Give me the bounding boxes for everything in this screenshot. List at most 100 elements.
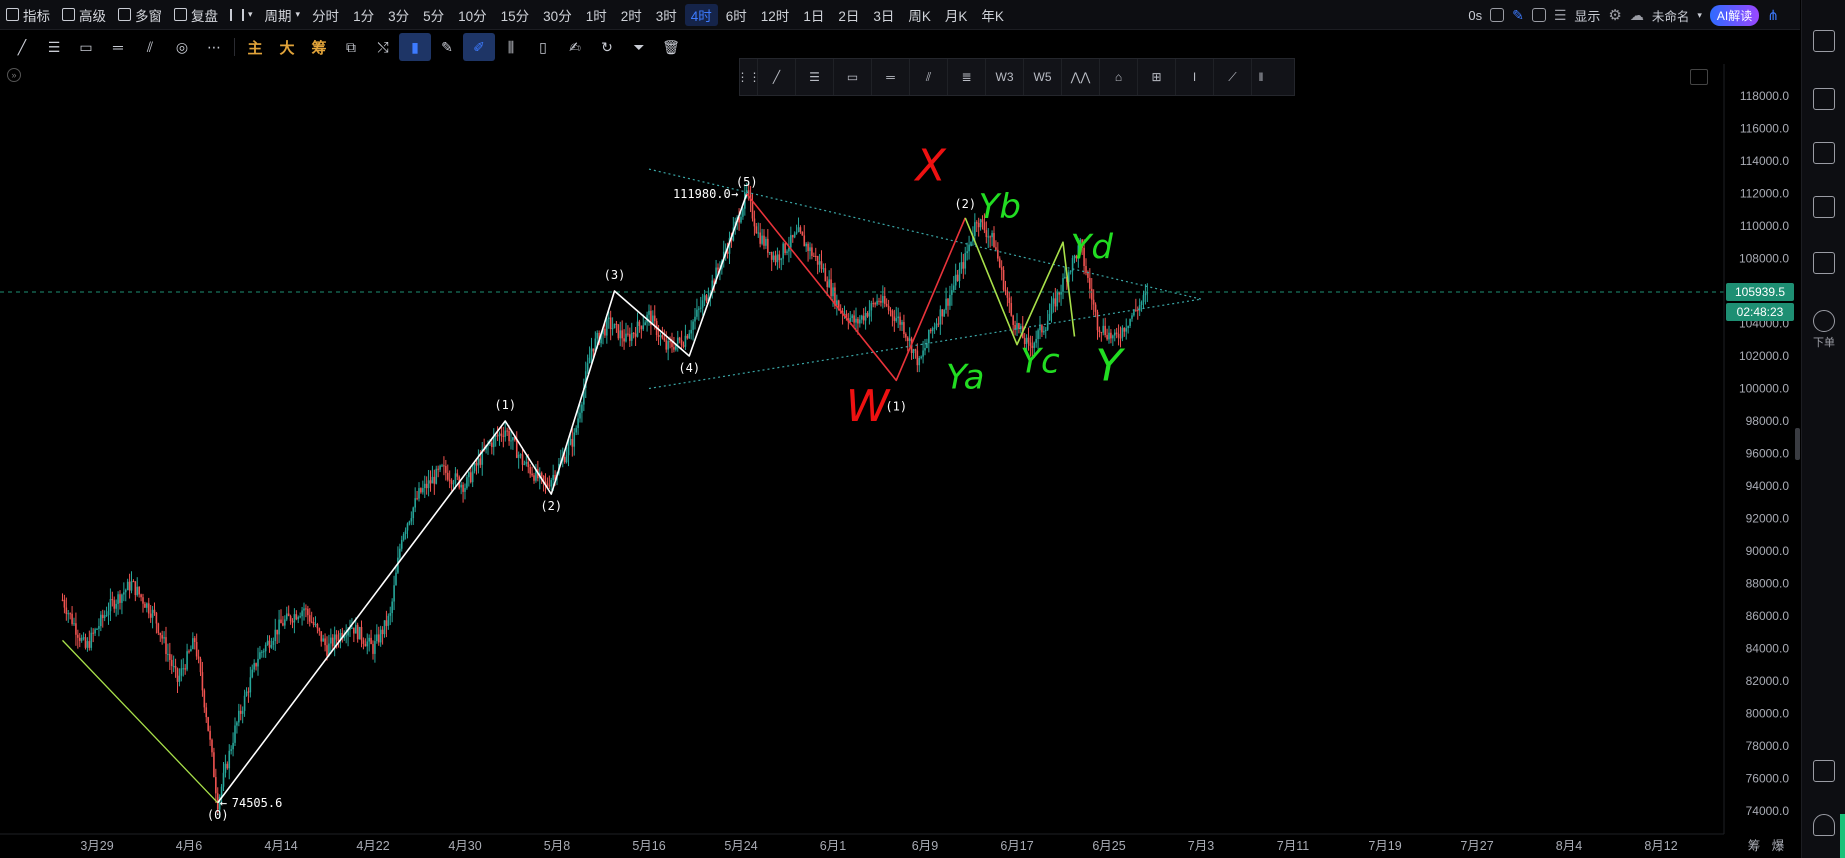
order-label[interactable]: 下单 [1802, 334, 1845, 350]
text-cursor-icon[interactable]: I [1176, 59, 1214, 95]
period-tab[interactable]: 3日 [867, 4, 900, 26]
indicator-button[interactable]: 筹 [303, 33, 335, 61]
watchlist-icon[interactable] [1813, 30, 1835, 52]
layout-icon[interactable] [1813, 760, 1835, 782]
period-tab[interactable]: 1日 [797, 4, 830, 26]
candle-body [322, 638, 324, 642]
rect-tool-icon[interactable]: ▭ [70, 33, 102, 61]
note-icon[interactable]: ✍ [559, 33, 591, 61]
hlines-icon[interactable]: ☰ [796, 59, 834, 95]
parallel-icon[interactable]: ⫽ [910, 59, 948, 95]
alarm-icon[interactable] [1813, 88, 1835, 110]
settings-icon[interactable]: ⚙ [1608, 6, 1621, 24]
period-tab[interactable]: 30分 [537, 4, 578, 26]
indicator-button[interactable]: 大 [271, 33, 303, 61]
rotate-icon[interactable]: ↻ [591, 33, 623, 61]
filter-icon[interactable]: ⏷ [623, 33, 655, 61]
peaks-icon[interactable]: ⋀⋀ [1062, 59, 1100, 95]
chart-type-selector[interactable]: ▾ [224, 3, 259, 27]
candle-body [63, 599, 66, 608]
candle-body [422, 488, 424, 493]
candle-body [205, 707, 208, 718]
advanced-button[interactable]: 高级 [56, 3, 112, 27]
collapse-icon[interactable]: ‖ [1252, 59, 1270, 95]
multi-window-button[interactable]: 多窗 [112, 3, 168, 27]
ruler-tool-icon[interactable]: ═ [102, 33, 134, 61]
grip-icon[interactable]: ⋮⋮ [737, 59, 761, 95]
period-tab[interactable]: 1分 [347, 4, 380, 26]
order-icon[interactable] [1813, 310, 1835, 332]
erase-line-icon[interactable]: ⤭ [367, 33, 399, 61]
crosshair-icon[interactable]: ⊞ [1138, 59, 1176, 95]
candle-body [828, 279, 830, 288]
pencil-icon[interactable]: ✎ [431, 33, 463, 61]
period-tab[interactable]: 3时 [650, 4, 683, 26]
ai-analysis-button[interactable]: AI解读 [1709, 4, 1760, 26]
drawing-list-icon[interactable] [1531, 8, 1546, 22]
parallel-tool-icon[interactable]: ⫽ [134, 33, 166, 61]
y-axis[interactable]: 118000.0 116000.0 114000.0 112000.0 110000.0… [1723, 64, 1801, 834]
shape-icon[interactable]: ⌂ [1100, 59, 1138, 95]
chart-icon [6, 8, 19, 21]
candle-body [136, 586, 139, 596]
magnet-icon[interactable]: ▮ [399, 33, 431, 61]
period-tab[interactable]: 月K [939, 4, 974, 26]
period-tab[interactable]: 2时 [615, 4, 648, 26]
period-tab[interactable]: 5分 [417, 4, 450, 26]
fib-icon[interactable]: ≣ [948, 59, 986, 95]
candle-body [360, 626, 363, 641]
compare-icon[interactable]: ⫼ [495, 33, 527, 61]
period-menu[interactable]: 周期 ▾ [259, 3, 307, 27]
ruler-icon[interactable]: ═ [872, 59, 910, 95]
candle-body [607, 317, 610, 320]
bar-chart-icon[interactable] [1813, 142, 1835, 164]
pen-icon[interactable]: ⟋ [1214, 59, 1252, 95]
price-scale-handle[interactable] [1795, 428, 1800, 460]
indicators-button[interactable]: 指标 [0, 3, 56, 27]
fullscreen-icon[interactable] [1690, 69, 1708, 85]
period-tab[interactable]: 12时 [755, 4, 796, 26]
pencil-icon[interactable]: ✎ [1512, 7, 1524, 24]
chevron-down-icon[interactable]: ▾ [1697, 10, 1702, 21]
candle-body [1094, 304, 1097, 312]
overlay-icon[interactable]: ⧉ [335, 33, 367, 61]
candle-body [1127, 325, 1129, 329]
more-tools-icon[interactable]: ⋯ [198, 33, 230, 61]
share-icon[interactable]: ⋔ [1767, 7, 1779, 24]
period-tab[interactable]: 4时 [684, 3, 718, 26]
candle-body [1117, 333, 1120, 338]
cloud-icon[interactable]: ☁ [1630, 7, 1644, 24]
wave3-icon[interactable]: W3 [986, 59, 1024, 95]
price-chart[interactable]: (0)(1)(2)(3)(4)(5)(1)(2)111980.0 →← 74505.… [0, 0, 1801, 858]
period-tab[interactable]: 10分 [452, 4, 493, 26]
candle-body [441, 465, 443, 467]
period-tab[interactable]: 分时 [306, 4, 345, 26]
headset-icon[interactable] [1813, 814, 1835, 836]
wave5-icon[interactable]: W5 [1024, 59, 1062, 95]
period-tab[interactable]: 周K [902, 4, 937, 26]
indicator-button[interactable]: 主 [239, 33, 271, 61]
period-tab[interactable]: 15分 [495, 4, 536, 26]
candle-body [132, 581, 135, 583]
collapse-arrow-icon[interactable]: » [7, 68, 21, 82]
draw-active-icon[interactable]: ✐ [463, 33, 495, 61]
period-tab[interactable]: 6时 [720, 4, 753, 26]
period-tab[interactable]: 2日 [832, 4, 865, 26]
line-tool-icon[interactable]: ╱ [6, 33, 38, 61]
layers-icon[interactable] [1813, 252, 1835, 274]
layout-name[interactable]: 未命名 [1652, 6, 1690, 25]
fib-circle-tool-icon[interactable]: ◎ [166, 33, 198, 61]
rect-icon[interactable]: ▭ [834, 59, 872, 95]
period-tab[interactable]: 1时 [580, 4, 613, 26]
period-tab[interactable]: 3分 [382, 4, 415, 26]
segment-icon[interactable]: ╱ [758, 59, 796, 95]
hlines-tool-icon[interactable]: ☰ [38, 33, 70, 61]
delete-lock-icon[interactable]: ▯ [527, 33, 559, 61]
replay-button[interactable]: 复盘 [168, 3, 224, 27]
menu-icon[interactable]: ☰ [1554, 7, 1567, 24]
data-window-icon[interactable] [1813, 196, 1835, 218]
trash-icon[interactable]: 🗑 [655, 33, 687, 61]
camera-icon[interactable] [1490, 8, 1505, 22]
display-button[interactable]: 显示 [1574, 6, 1600, 25]
period-tab[interactable]: 年K [975, 4, 1010, 26]
